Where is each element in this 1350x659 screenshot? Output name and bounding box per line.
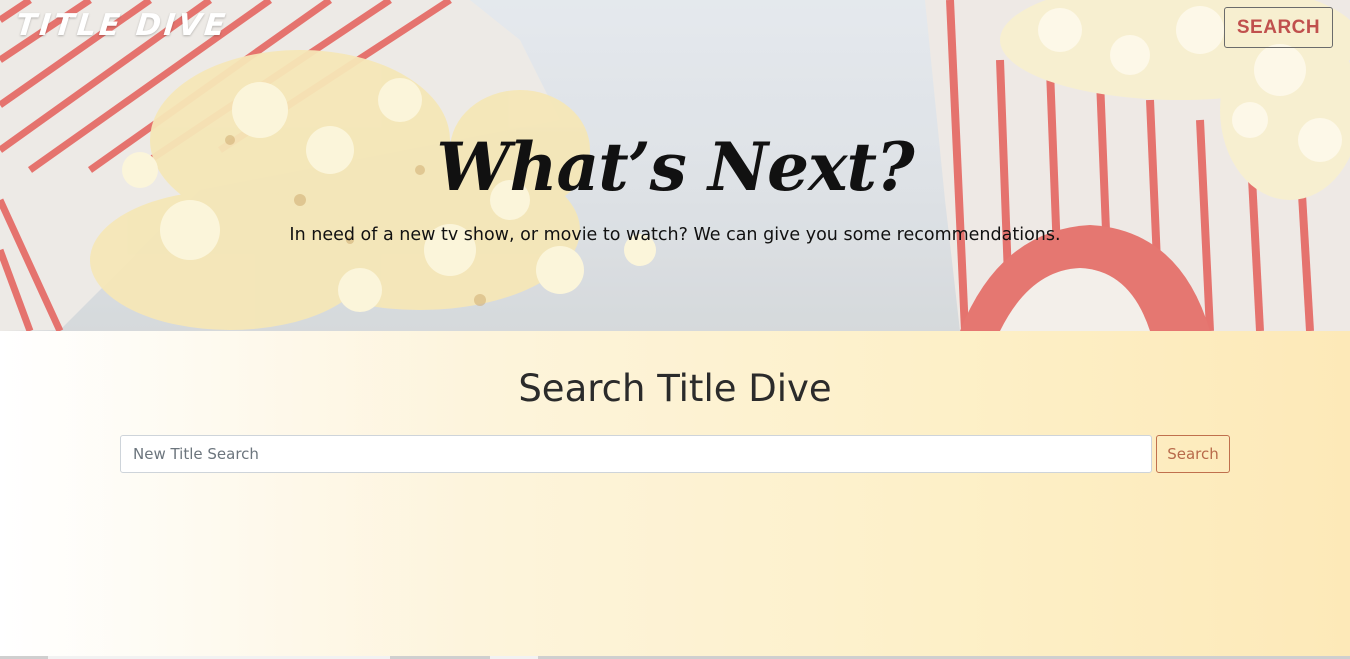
hero-banner: TITLE DIVE SEARCH What’s Next? In need o… [0, 0, 1350, 331]
app-logo[interactable]: TITLE DIVE [14, 8, 230, 43]
title-search-input[interactable] [120, 435, 1152, 473]
search-submit-button[interactable]: Search [1156, 435, 1230, 473]
search-section: Search Title Dive Search [0, 331, 1350, 656]
search-heading: Search Title Dive [518, 367, 832, 410]
hero-title: What’s Next? [436, 128, 914, 206]
nav-search-button[interactable]: SEARCH [1224, 7, 1333, 48]
hero-subtitle: In need of a new tv show, or movie to wa… [289, 225, 1061, 245]
